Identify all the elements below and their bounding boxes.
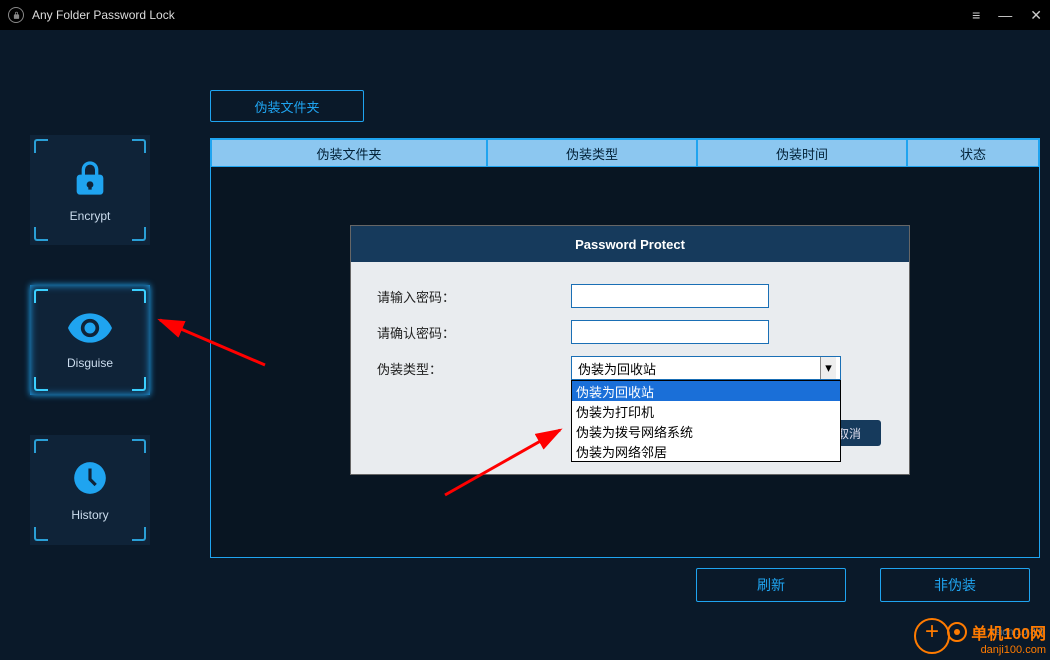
minimize-icon[interactable]: — bbox=[998, 7, 1012, 23]
watermark-text: 单机100网 bbox=[971, 620, 1046, 644]
bottom-buttons: 刷新 非伪装 bbox=[210, 568, 1040, 602]
close-icon[interactable]: ✕ bbox=[1030, 7, 1042, 24]
col-folder[interactable]: 伪装文件夹 bbox=[211, 139, 487, 167]
titlebar: Any Folder Password Lock ≡ — ✕ bbox=[0, 0, 1050, 30]
option-network-neighbor[interactable]: 伪装为网络邻居 bbox=[572, 441, 840, 461]
confirm-password-input[interactable] bbox=[571, 320, 769, 344]
disguise-folder-button[interactable]: 伪装文件夹 bbox=[210, 90, 364, 122]
sidebar-label-encrypt: Encrypt bbox=[70, 209, 111, 223]
password-input[interactable] bbox=[571, 284, 769, 308]
menu-icon[interactable]: ≡ bbox=[972, 7, 980, 23]
sidebar: Encrypt Disguise History bbox=[30, 135, 150, 545]
undisguise-button[interactable]: 非伪装 bbox=[880, 568, 1030, 602]
sidebar-item-disguise[interactable]: Disguise bbox=[30, 285, 150, 395]
watermark: 单机100网 danji100.com bbox=[947, 620, 1046, 656]
dialog-title: Password Protect bbox=[351, 226, 909, 262]
password-label: 请输入密码： bbox=[371, 287, 571, 306]
sidebar-label-disguise: Disguise bbox=[67, 356, 113, 370]
option-dialup[interactable]: 伪装为拨号网络系统 bbox=[572, 421, 840, 441]
clock-icon bbox=[71, 459, 109, 502]
eye-icon bbox=[68, 311, 112, 350]
table-header: 伪装文件夹 伪装类型 伪装时间 状态 bbox=[211, 139, 1039, 167]
col-time[interactable]: 伪装时间 bbox=[697, 139, 907, 167]
chevron-down-icon: ▾ bbox=[820, 357, 836, 379]
watermark-logo-icon bbox=[947, 622, 967, 642]
select-value: 伪装为回收站 bbox=[576, 359, 820, 378]
refresh-button[interactable]: 刷新 bbox=[696, 568, 846, 602]
sidebar-label-history: History bbox=[71, 508, 108, 522]
watermark-plus-icon: + bbox=[914, 618, 950, 654]
sidebar-item-encrypt[interactable]: Encrypt bbox=[30, 135, 150, 245]
confirm-password-label: 请确认密码： bbox=[371, 323, 571, 342]
sidebar-item-history[interactable]: History bbox=[30, 435, 150, 545]
lock-icon bbox=[70, 158, 110, 203]
disguise-type-select[interactable]: 伪装为回收站 ▾ bbox=[571, 356, 841, 380]
col-status[interactable]: 状态 bbox=[907, 139, 1039, 167]
watermark-url: danji100.com bbox=[947, 644, 1046, 656]
option-recycle-bin[interactable]: 伪装为回收站 bbox=[572, 381, 840, 401]
password-dialog: Password Protect 请输入密码： 请确认密码： 伪装类型： 伪装为… bbox=[350, 225, 910, 475]
app-title: Any Folder Password Lock bbox=[32, 8, 175, 22]
disguise-type-label: 伪装类型： bbox=[371, 359, 571, 378]
col-type[interactable]: 伪装类型 bbox=[487, 139, 697, 167]
app-icon-lock bbox=[8, 7, 24, 23]
option-printer[interactable]: 伪装为打印机 bbox=[572, 401, 840, 421]
window-controls: ≡ — ✕ bbox=[972, 7, 1042, 24]
disguise-type-dropdown: 伪装为回收站 伪装为打印机 伪装为拨号网络系统 伪装为网络邻居 bbox=[571, 380, 841, 462]
